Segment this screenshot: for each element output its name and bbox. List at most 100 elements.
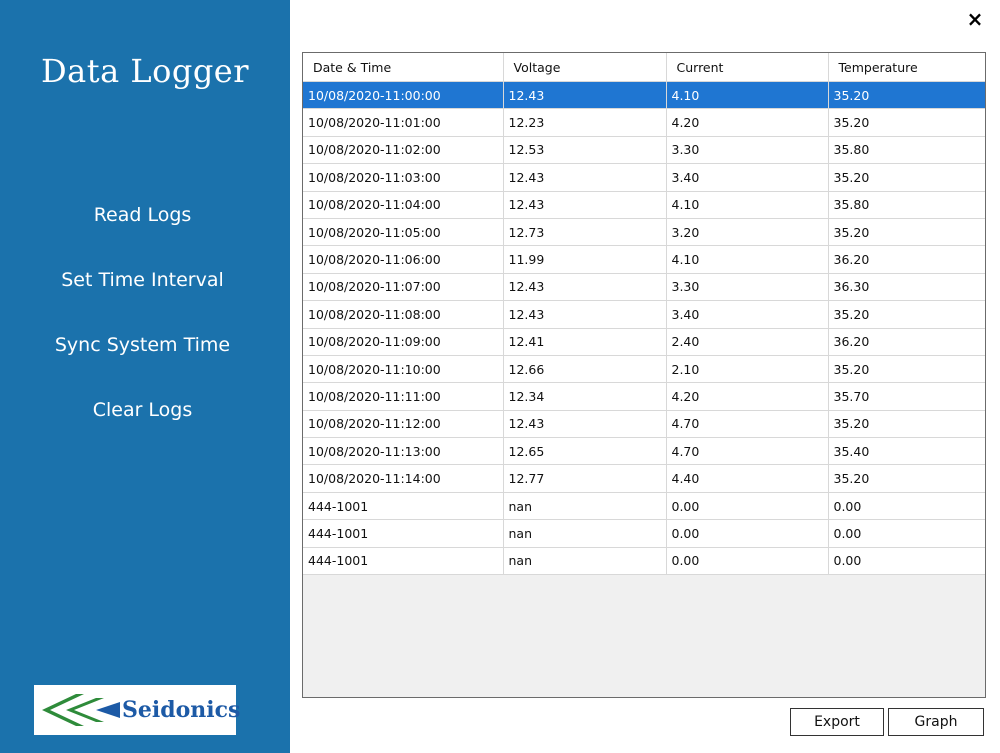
cell-datetime: 10/08/2020-11:03:00 [303, 163, 504, 192]
table-row[interactable]: 10/08/2020-11:01:00 12.23 4.20 35.20 [303, 108, 985, 137]
cell-temperature: 35.20 [828, 355, 985, 384]
cell-voltage: nan [503, 492, 667, 521]
graph-button[interactable]: Graph [888, 708, 984, 736]
cell-datetime: 10/08/2020-11:08:00 [303, 300, 504, 329]
column-header-current[interactable]: Current [666, 53, 829, 82]
cell-temperature: 35.20 [828, 163, 985, 192]
table-row[interactable]: 10/08/2020-11:14:00 12.77 4.40 35.20 [303, 464, 985, 493]
cell-datetime: 444-1001 [303, 492, 504, 521]
table-row[interactable]: 10/08/2020-11:11:00 12.34 4.20 35.70 [303, 382, 985, 411]
close-button[interactable]: × [964, 8, 986, 30]
cell-datetime: 444-1001 [303, 519, 504, 548]
cell-current: 3.30 [666, 136, 829, 165]
company-logo: Seidonics [34, 685, 240, 735]
table-row[interactable]: 10/08/2020-11:04:00 12.43 4.10 35.80 [303, 191, 985, 219]
table-row[interactable]: 10/08/2020-11:12:00 12.43 4.70 35.20 [303, 410, 985, 439]
column-header-datetime[interactable]: Date & Time [303, 53, 504, 82]
cell-datetime: 10/08/2020-11:09:00 [303, 328, 504, 356]
cell-datetime: 444-1001 [303, 547, 504, 576]
cell-voltage: 12.43 [503, 300, 667, 329]
cell-voltage: nan [503, 547, 667, 576]
cell-current: 3.30 [666, 273, 829, 302]
cell-datetime: 10/08/2020-11:07:00 [303, 273, 504, 302]
cell-temperature: 35.40 [828, 437, 985, 466]
menu-clear-logs[interactable]: Clear Logs [0, 399, 285, 421]
sidebar: Data Logger Read Logs Set Time Interval … [0, 0, 290, 753]
cell-current: 0.00 [666, 519, 829, 548]
table-row[interactable]: 10/08/2020-11:10:00 12.66 2.10 35.20 [303, 355, 985, 384]
cell-current: 4.70 [666, 437, 829, 466]
log-table: Date & Time Voltage Current Temperature … [302, 52, 986, 698]
cell-datetime: 10/08/2020-11:13:00 [303, 437, 504, 466]
cell-datetime: 10/08/2020-11:05:00 [303, 218, 504, 247]
cell-temperature: 36.20 [828, 328, 985, 356]
cell-datetime: 10/08/2020-11:12:00 [303, 410, 504, 439]
cell-current: 0.00 [666, 547, 829, 576]
cell-current: 0.00 [666, 492, 829, 521]
cell-current: 2.40 [666, 328, 829, 356]
cell-current: 3.40 [666, 163, 829, 192]
cell-datetime: 10/08/2020-11:10:00 [303, 355, 504, 384]
column-header-temperature[interactable]: Temperature [828, 53, 985, 82]
table-row[interactable]: 444-1001 nan 0.00 0.00 [303, 519, 985, 548]
cell-datetime: 10/08/2020-11:01:00 [303, 108, 504, 137]
cell-current: 4.10 [666, 191, 829, 219]
cell-temperature: 35.70 [828, 382, 985, 411]
cell-temperature: 35.80 [828, 191, 985, 219]
cell-datetime: 10/08/2020-11:06:00 [303, 245, 504, 274]
cell-voltage: 12.73 [503, 218, 667, 247]
column-header-voltage[interactable]: Voltage [503, 53, 667, 82]
cell-temperature: 0.00 [828, 547, 985, 576]
table-row[interactable]: 10/08/2020-11:06:00 11.99 4.10 36.20 [303, 245, 985, 274]
cell-voltage: 12.66 [503, 355, 667, 384]
cell-voltage: 12.53 [503, 136, 667, 165]
table-row[interactable]: 10/08/2020-11:00:00 12.43 4.10 35.20 [303, 81, 985, 110]
cell-temperature: 35.20 [828, 300, 985, 329]
cell-current: 3.20 [666, 218, 829, 247]
table-row[interactable]: 444-1001 nan 0.00 0.00 [303, 492, 985, 521]
table-row[interactable]: 10/08/2020-11:05:00 12.73 3.20 35.20 [303, 218, 985, 247]
table-row[interactable]: 10/08/2020-11:03:00 12.43 3.40 35.20 [303, 163, 985, 192]
cell-temperature: 35.20 [828, 218, 985, 247]
table-row[interactable]: 10/08/2020-11:02:00 12.53 3.30 35.80 [303, 136, 985, 165]
cell-voltage: 12.43 [503, 410, 667, 439]
cell-datetime: 10/08/2020-11:11:00 [303, 382, 504, 411]
cell-current: 4.20 [666, 382, 829, 411]
table-row[interactable]: 10/08/2020-11:07:00 12.43 3.30 36.30 [303, 273, 985, 302]
table-header-row: Date & Time Voltage Current Temperature [303, 53, 985, 82]
cell-current: 4.20 [666, 108, 829, 137]
cell-voltage: 12.65 [503, 437, 667, 466]
cell-temperature: 35.80 [828, 136, 985, 165]
menu-sync-system-time[interactable]: Sync System Time [0, 334, 285, 356]
cell-temperature: 35.20 [828, 108, 985, 137]
cell-voltage: 12.43 [503, 163, 667, 192]
table-row[interactable]: 10/08/2020-11:09:00 12.41 2.40 36.20 [303, 328, 985, 356]
table-row[interactable]: 10/08/2020-11:08:00 12.43 3.40 35.20 [303, 300, 985, 329]
table-body: 10/08/2020-11:00:00 12.43 4.10 35.20 10/08/2… [303, 81, 985, 576]
table-row[interactable]: 444-1001 nan 0.00 0.00 [303, 547, 985, 576]
cell-temperature: 35.20 [828, 464, 985, 493]
cell-datetime: 10/08/2020-11:02:00 [303, 136, 504, 165]
cell-voltage: 11.99 [503, 245, 667, 274]
export-button[interactable]: Export [790, 708, 884, 736]
cell-voltage: 12.23 [503, 108, 667, 137]
cell-voltage: nan [503, 519, 667, 548]
logo-chevron-icon [42, 694, 120, 726]
table-row[interactable]: 10/08/2020-11:13:00 12.65 4.70 35.40 [303, 437, 985, 466]
app-title: Data Logger [40, 52, 250, 90]
cell-datetime: 10/08/2020-11:14:00 [303, 464, 504, 493]
cell-voltage: 12.77 [503, 464, 667, 493]
cell-current: 4.40 [666, 464, 829, 493]
cell-temperature: 36.30 [828, 273, 985, 302]
cell-current: 4.10 [666, 81, 829, 110]
cell-voltage: 12.34 [503, 382, 667, 411]
menu-set-time-interval[interactable]: Set Time Interval [0, 269, 285, 291]
cell-voltage: 12.43 [503, 273, 667, 302]
cell-current: 2.10 [666, 355, 829, 384]
cell-voltage: 12.43 [503, 191, 667, 219]
cell-current: 3.40 [666, 300, 829, 329]
cell-voltage: 12.43 [503, 81, 667, 110]
logo-text: Seidonics [122, 697, 241, 723]
menu-read-logs[interactable]: Read Logs [0, 204, 285, 226]
cell-current: 4.10 [666, 245, 829, 274]
